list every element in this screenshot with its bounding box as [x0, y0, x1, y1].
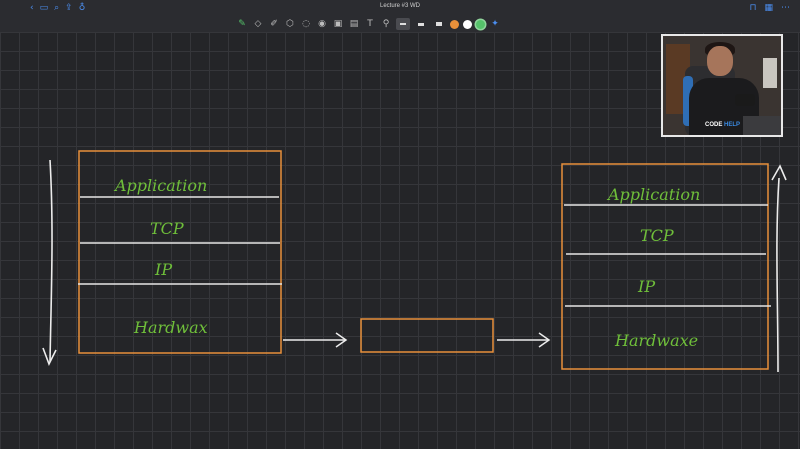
left-layer-application: Application	[113, 176, 207, 195]
laptop	[743, 116, 781, 135]
middle-box	[360, 318, 494, 353]
right-layer-hardware: Hardwaxe	[614, 331, 698, 350]
microphone	[735, 94, 755, 106]
left-down-arrow	[49, 159, 53, 363]
shirt-logo: CODE HELP	[705, 122, 740, 128]
right-up-arrowhead	[771, 164, 787, 181]
right-up-arrow	[776, 177, 780, 373]
right-layer-application: Application	[606, 185, 700, 204]
presenter-face	[707, 46, 733, 76]
right-layer-tcp: TCP	[640, 226, 674, 245]
left-layer-hardware: Hardwax	[133, 318, 208, 337]
right-layer-ip: IP	[637, 277, 655, 296]
shirt-logo-code: CODE	[705, 122, 723, 128]
shirt-logo-help: HELP	[724, 122, 741, 128]
left-layer-ip: IP	[154, 260, 172, 279]
webcam-overlay[interactable]: CODE HELP	[661, 34, 783, 137]
wall-frame	[763, 58, 777, 88]
left-layer-tcp: TCP	[150, 219, 184, 238]
